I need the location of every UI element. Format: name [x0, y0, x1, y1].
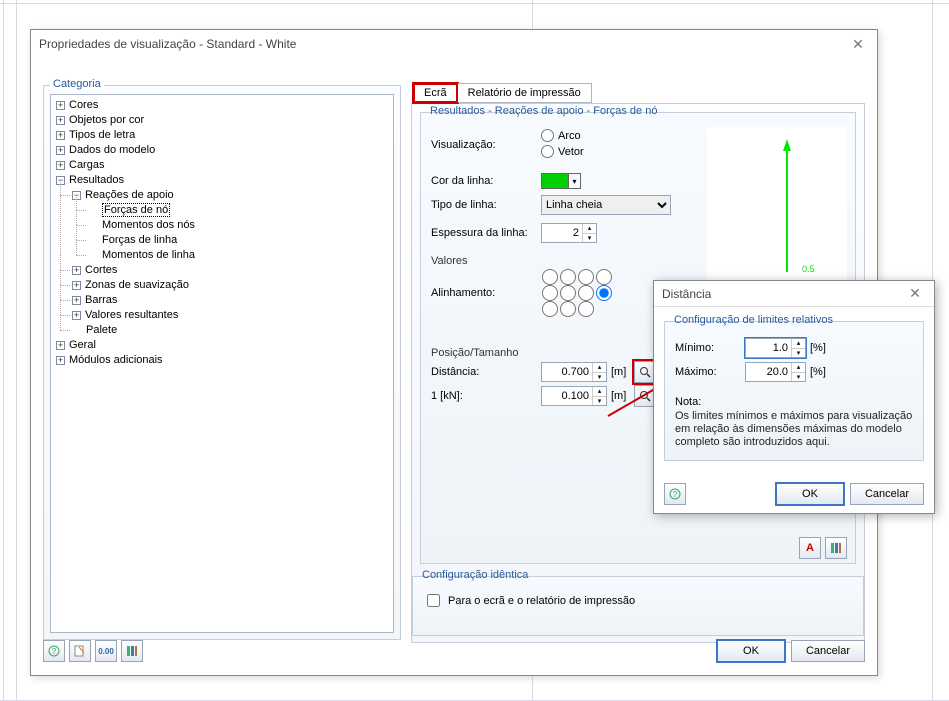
results-title: Resultados - Reações de apoio - Forças d… [427, 105, 660, 117]
radio-arco[interactable]: Arco [541, 129, 581, 142]
values-heading: Valores [431, 255, 681, 267]
sub-ok-button[interactable]: OK [776, 483, 844, 505]
tree-item-palete[interactable]: Palete [86, 324, 117, 336]
values-button[interactable]: 0.00 [95, 640, 117, 662]
min-spinner[interactable]: ▴▾ [745, 338, 806, 358]
linetype-select[interactable]: Linha cheia [541, 195, 671, 215]
help-icon: ? [669, 488, 681, 500]
max-spinner[interactable]: ▴▾ [745, 362, 806, 382]
same-config-title: Configuração idêntica [419, 569, 531, 581]
percent2: [%] [810, 366, 826, 378]
tree-item-resultados[interactable]: Resultados [69, 174, 124, 186]
distance-dialog: Distância ✕ Configuração de limites rela… [653, 280, 935, 514]
pencil-icon [74, 645, 86, 657]
same-config-group: Configuração idêntica Para o ecrã e o re… [412, 576, 864, 636]
cancel-button[interactable]: Cancelar [791, 640, 865, 662]
distance-label: Distância: [431, 366, 541, 378]
tree-item-tipos[interactable]: Tipos de letra [69, 129, 135, 141]
kn-label: 1 [kN]: [431, 390, 541, 402]
tree-item-valores[interactable]: Valores resultantes [85, 309, 178, 321]
distance-dialog-title: Distância [662, 287, 904, 301]
alignment-grid[interactable] [541, 269, 613, 317]
category-tree[interactable]: +Cores +Objetos por cor +Tipos de letra … [50, 94, 394, 633]
max-label: Máximo: [675, 366, 745, 378]
help-icon: ? [48, 645, 60, 657]
tree-item-forcas-linha[interactable]: Forças de linha [102, 234, 177, 246]
tree-item-objetos[interactable]: Objetos por cor [69, 114, 144, 126]
dialog-title: Propriedades de visualização - Standard … [39, 37, 847, 51]
radio-vetor[interactable]: Vetor [541, 145, 584, 158]
kn-spinner[interactable]: ▴▾ [541, 386, 607, 406]
tree-item-cortes[interactable]: Cortes [85, 264, 117, 276]
unit-m2: [m] [611, 390, 626, 402]
sub-help-button[interactable]: ? [664, 483, 686, 505]
percent1: [%] [810, 342, 826, 354]
tree-item-geral[interactable]: Geral [69, 339, 96, 351]
magnifier-icon [639, 390, 651, 402]
note-body: Os limites mínimos e máximos para visual… [675, 410, 913, 449]
close-icon[interactable]: ✕ [847, 33, 869, 55]
columns2-button[interactable] [121, 640, 143, 662]
unit-m1: [m] [611, 366, 626, 378]
close-icon[interactable]: ✕ [904, 283, 926, 305]
min-label: Mínimo: [675, 342, 745, 354]
tab-relatorio[interactable]: Relatório de impressão [458, 83, 592, 103]
relative-limits-group: Configuração de limites relativos Mínimo… [664, 321, 924, 461]
ok-button[interactable]: OK [717, 640, 785, 662]
svg-text:?: ? [52, 647, 57, 656]
same-config-checkbox[interactable]: Para o ecrã e o relatório de impressão [423, 591, 635, 610]
thickness-label: Espessura da linha: [431, 227, 541, 239]
tree-item-dados[interactable]: Dados do modelo [69, 144, 155, 156]
note-heading: Nota: [675, 396, 913, 408]
tree-item-modulos[interactable]: Módulos adicionais [69, 354, 163, 366]
magnifier-icon [639, 366, 651, 378]
edit-button[interactable] [69, 640, 91, 662]
dialog-footer: ? 0.00 OK Cancelar [43, 637, 865, 665]
viz-label: Visualização: [431, 139, 541, 151]
columns-icon [830, 542, 842, 554]
help-button[interactable]: ? [43, 640, 65, 662]
color-label: Cor da linha: [431, 175, 541, 187]
tree-item-cargas[interactable]: Cargas [69, 159, 104, 171]
tree-item-forcas-no[interactable]: Forças de nó [102, 203, 170, 217]
font-button[interactable]: A [799, 537, 821, 559]
tree-item-cores[interactable]: Cores [69, 99, 98, 111]
category-label: Categoria [50, 78, 104, 90]
tree-item-reacoes[interactable]: Reações de apoio [85, 189, 174, 201]
tree-item-momentos-linha[interactable]: Momentos de linha [102, 249, 195, 261]
svg-text:0.5: 0.5 [802, 264, 815, 274]
color-picker[interactable]: ▾ [541, 173, 581, 189]
category-group: Categoria +Cores +Objetos por cor +Tipos… [43, 85, 401, 640]
svg-text:?: ? [673, 490, 678, 499]
thickness-spinner[interactable]: ▴▾ [541, 223, 597, 243]
distance-spinner[interactable]: ▴▾ [541, 362, 607, 382]
tree-item-momentos-nos[interactable]: Momentos dos nós [102, 219, 195, 231]
align-label: Alinhamento: [431, 287, 541, 299]
linetype-label: Tipo de linha: [431, 199, 541, 211]
tree-item-barras[interactable]: Barras [85, 294, 117, 306]
columns-button[interactable] [825, 537, 847, 559]
columns-icon [126, 645, 138, 657]
relative-limits-title: Configuração de limites relativos [671, 314, 836, 326]
title-bar: Propriedades de visualização - Standard … [31, 30, 877, 58]
pos-heading: Posição/Tamanho [431, 347, 681, 359]
tab-ecra[interactable]: Ecrã [413, 83, 458, 103]
tree-item-zonas[interactable]: Zonas de suavização [85, 279, 189, 291]
sub-cancel-button[interactable]: Cancelar [850, 483, 924, 505]
